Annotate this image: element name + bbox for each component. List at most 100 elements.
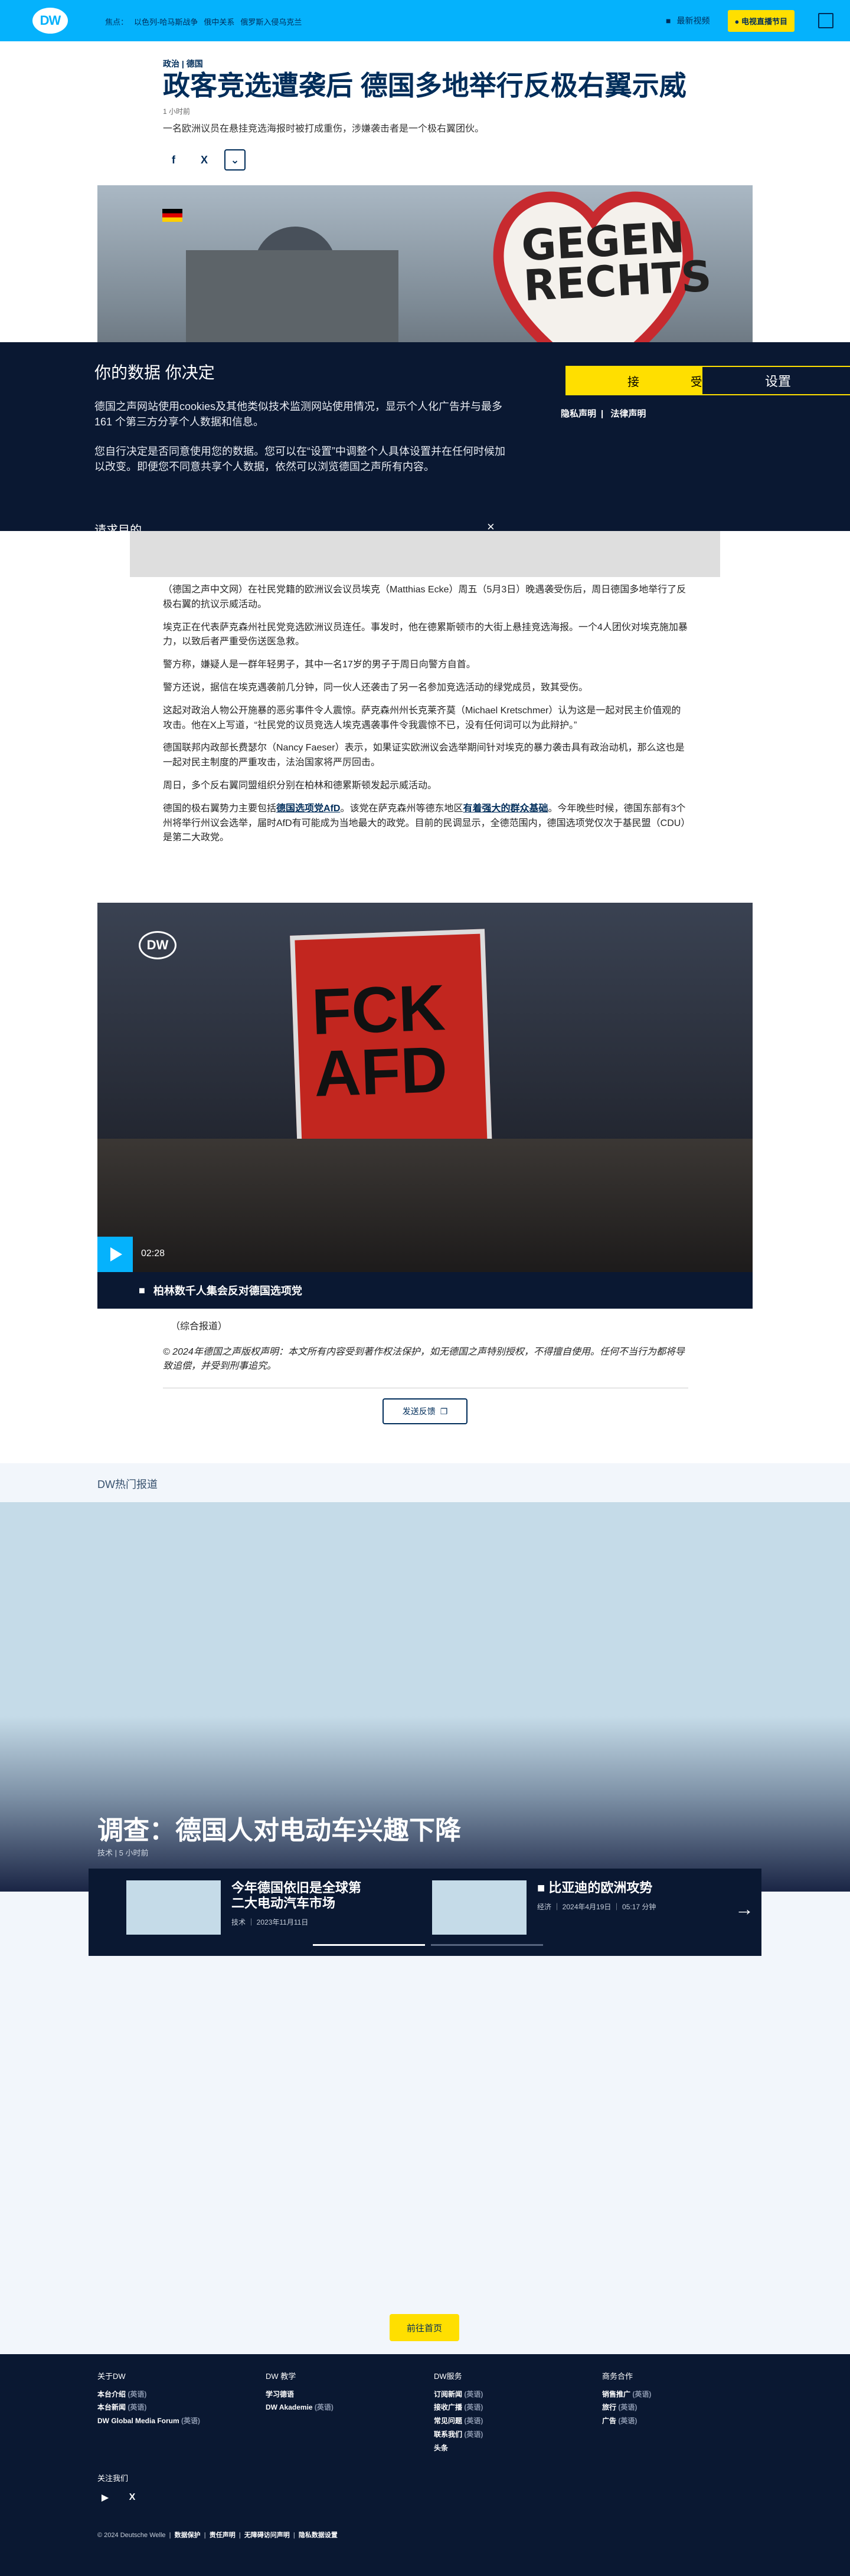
footer-link[interactable]: 接收广播 (英语) — [434, 2401, 483, 2414]
video-camera-icon: ■ — [666, 16, 671, 25]
video-duration: 02:28 — [141, 1248, 165, 1258]
site-footer: 关于DW 本台介绍 (英语) 本台新闻 (英语) DW Global Media… — [0, 2354, 850, 2576]
consent-accept-button[interactable]: 接 — [565, 366, 701, 395]
live-dot-icon: ● — [734, 17, 741, 26]
legal-link[interactable]: 法律声明 — [610, 409, 646, 419]
link-separator: | — [601, 409, 604, 419]
privacy-link[interactable]: 隐私声明 — [561, 409, 596, 419]
poster-text: FCK AFD — [310, 971, 449, 1110]
slider-headline: 今年德国依旧是全球第二大电动汽车市场 — [231, 1880, 362, 1910]
menu-icon[interactable] — [818, 13, 833, 28]
youtube-icon[interactable]: ▶ — [97, 2490, 113, 2505]
body-paragraph: （德国之声中文网）在社民党籍的欧洲议会议员埃克（Matthias Ecke）周五… — [163, 585, 686, 609]
footer-link[interactable]: 头条 — [434, 2441, 483, 2455]
crowd — [97, 1139, 753, 1272]
nav-link-russia-china[interactable]: 俄中关系 — [204, 16, 234, 27]
home-button[interactable]: 前往首页 — [390, 2314, 459, 2341]
body-paragraph: 这起对政治人物公开施暴的恶劣事件令人震惊。萨克森州州长克莱齐莫（Michael … — [163, 705, 681, 730]
footer-link[interactable]: DW Akademie (英语) — [266, 2401, 334, 2414]
footer-link[interactable]: 广告 (英语) — [602, 2414, 651, 2428]
social-links: ▶ X — [97, 2490, 140, 2505]
video-camera-icon: ■ — [537, 1880, 549, 1895]
hero-sign-text: GEGEN RECHTS — [520, 212, 713, 311]
slider-meta: 技术 ｜ 2023年11月11日 — [231, 1918, 309, 1926]
x-icon[interactable]: X — [125, 2490, 140, 2505]
site-header: DW 焦点： 以色列-哈马斯战争 俄中关系 俄罗斯入侵乌克兰 ■ 最新视频 ● … — [0, 0, 850, 41]
slider-item[interactable]: ■ 比亚迪的欧洲攻势 经济 ｜ 2024年4月19日 ｜ 05:17 分钟 — [432, 1880, 691, 1935]
article-body: （德国之声中文网）在社民党籍的欧洲议会议员埃克（Matthias Ecke）周五… — [163, 583, 688, 854]
latest-video-link[interactable]: ■ 最新视频 — [666, 15, 710, 27]
footer-link[interactable]: 销售推广 (英语) — [602, 2388, 651, 2401]
play-button[interactable] — [97, 1237, 133, 1272]
slider-progress-idle — [431, 1944, 543, 1946]
body-paragraph: 德国联邦内政部长费瑟尔（Nancy Faeser）表示，如果证实欧洲议会选举期间… — [163, 743, 685, 768]
dw-logo[interactable]: DW — [32, 8, 68, 34]
footer-link[interactable]: 旅行 (英语) — [602, 2401, 651, 2414]
footer-col-business: 商务合作 销售推广 (英语) 旅行 (英语) 广告 (英语) — [602, 2369, 651, 2428]
nav-link-israel-hamas[interactable]: 以色列-哈马斯战争 — [134, 16, 198, 27]
popular-main-meta: 技术 | 5 小时前 — [97, 1849, 149, 1857]
body-paragraph: 周日，多个反右翼同盟组织分别在柏林和德累斯顿发起示威活动。 — [163, 780, 437, 791]
afd-link[interactable]: 德国选项党AfD — [276, 804, 340, 814]
footer-link[interactable]: 本台新闻 (英语) — [97, 2401, 200, 2414]
article-time: 1 小时前 — [163, 107, 191, 116]
article-headline: 政客竞选遭袭后 德国多地举行反极右翼示威 — [163, 70, 686, 101]
footer-col-learning: DW 教学 学习德语 DW Akademie (英语) — [266, 2369, 334, 2414]
cookie-consent-banner: 你的数据 你决定 德国之声网站使用cookies及其他类似技术监测网站使用情况，… — [0, 342, 850, 531]
body-paragraph: 警方还说，据信在埃克遇袭前几分钟，同一伙人还袭击了另一名参加竞选活动的绿党成员，… — [163, 682, 589, 693]
footer-link[interactable]: DW Global Media Forum (英语) — [97, 2414, 200, 2428]
arrow-right-icon[interactable]: → — [735, 1898, 759, 1922]
slider-headline: ■ 比亚迪的欧洲攻势 — [537, 1880, 653, 1895]
body-paragraph-links: 德国的极右翼势力主要包括德国选项党AfD。该党在萨克森州等德东地区有着强大的群众… — [163, 803, 686, 843]
consent-settings-button[interactable]: 设置 — [701, 366, 850, 395]
nav-link-russia-ukraine[interactable]: 俄罗斯入侵乌克兰 — [240, 16, 302, 27]
legal-link[interactable]: 无障碍访问声明 — [244, 2532, 290, 2539]
tv-live-button[interactable]: ● 电视直播节目 — [727, 9, 795, 32]
legal-link[interactable]: 责任声明 — [210, 2532, 236, 2539]
slider-progress-active — [313, 1944, 425, 1946]
share-bar: f X ⌄ — [163, 149, 246, 171]
legal-link[interactable]: 隐私数据设置 — [299, 2532, 338, 2539]
video-player[interactable]: FCK AFD DW 02:28 ■ 柏林数千人集会反对德国选项党 — [97, 903, 753, 1309]
popular-section: DW热门报道 调查：德国人对电动车兴趣下降 技术 | 5 小时前 今年德国依旧是… — [0, 1463, 850, 2354]
consent-title: 你的数据 你决定 — [94, 363, 215, 382]
base-link[interactable]: 有着强大的群众基础 — [463, 804, 548, 814]
feedback-button[interactable]: 发送反馈 ❐ — [382, 1398, 468, 1424]
footer-link[interactable]: 常见问题 (英语) — [434, 2414, 483, 2428]
footer-link[interactable]: 本台介绍 (英语) — [97, 2388, 200, 2401]
chevron-down-icon[interactable]: ⌄ — [224, 149, 246, 171]
consent-purpose-toggle[interactable]: 请求目的 — [94, 520, 142, 531]
footer-col-service: DW服务 订阅新闻 (英语) 接收广播 (英语) 常见问题 (英语) 联系我们 … — [434, 2369, 483, 2455]
copy-icon: ❐ — [440, 1406, 448, 1416]
footer-link[interactable]: 订阅新闻 (英语) — [434, 2388, 483, 2401]
consent-links: 隐私声明 | 法律声明 — [561, 407, 650, 419]
slider-meta: 经济 ｜ 2024年4月19日 ｜ 05:17 分钟 — [537, 1902, 656, 1911]
facebook-icon[interactable]: f — [163, 149, 184, 171]
article-kicker[interactable]: 政治 | 德国 — [163, 58, 203, 70]
ad-placeholder — [130, 531, 720, 577]
x-icon[interactable]: X — [194, 149, 215, 171]
legal-link[interactable]: 数据保护 — [175, 2532, 201, 2539]
follow-us-label: 关注我们 — [97, 2474, 129, 2483]
popular-slider: 今年德国依旧是全球第二大电动汽车市场 技术 ｜ 2023年11月11日 ■ 比亚… — [89, 1869, 761, 1956]
popular-main-teaser[interactable]: 调查：德国人对电动车兴趣下降 技术 | 5 小时前 今年德国依旧是全球第二大电动… — [0, 1502, 850, 1956]
article-teaser: 一名欧洲议员在悬挂竞选海报时被打成重伤，涉嫌袭击者是一个极右翼团伙。 — [163, 124, 485, 134]
popular-main-headline[interactable]: 调查：德国人对电动车兴趣下降 — [97, 1809, 461, 1847]
video-dw-logo: DW — [139, 931, 176, 959]
consent-accept-tail: 受 — [691, 375, 702, 389]
body-paragraph: 警方称，嫌疑人是一群年轻男子，其中一名17岁的男子于周日向警方自首。 — [163, 660, 476, 670]
video-caption: ■ 柏林数千人集会反对德国选项党 — [97, 1272, 753, 1309]
focus-label: 焦点： — [105, 18, 129, 27]
footer-link[interactable]: 学习德语 — [266, 2388, 334, 2401]
footer-col-about: 关于DW 本台介绍 (英语) 本台新闻 (英语) DW Global Media… — [97, 2369, 200, 2428]
slider-item[interactable]: 今年德国依旧是全球第二大电动汽车市场 技术 ｜ 2023年11月11日 — [126, 1880, 373, 1935]
legal-links: © 2024 Deutsche Welle | 数据保护 | 责任声明 | 无障… — [97, 2532, 338, 2539]
consent-text-2: 您自行决定是否同意使用您的数据。您可以在“设置”中调整个人具体设置并在任何时候加… — [94, 445, 505, 473]
slider-thumbnail — [126, 1880, 221, 1935]
source-note: （综合报道） — [171, 1322, 228, 1332]
footer-link[interactable]: 联系我们 (英语) — [434, 2428, 483, 2441]
expand-icon[interactable]: × — [487, 519, 495, 531]
video-camera-icon: ■ — [139, 1284, 145, 1296]
body-paragraph: 埃克正在代表萨克森州社民党竞选欧洲议员连任。事发时，他在德累斯顿市的大街上悬挂竞… — [163, 622, 688, 647]
header-actions: ■ 最新视频 ● 电视直播节目 — [666, 0, 850, 41]
